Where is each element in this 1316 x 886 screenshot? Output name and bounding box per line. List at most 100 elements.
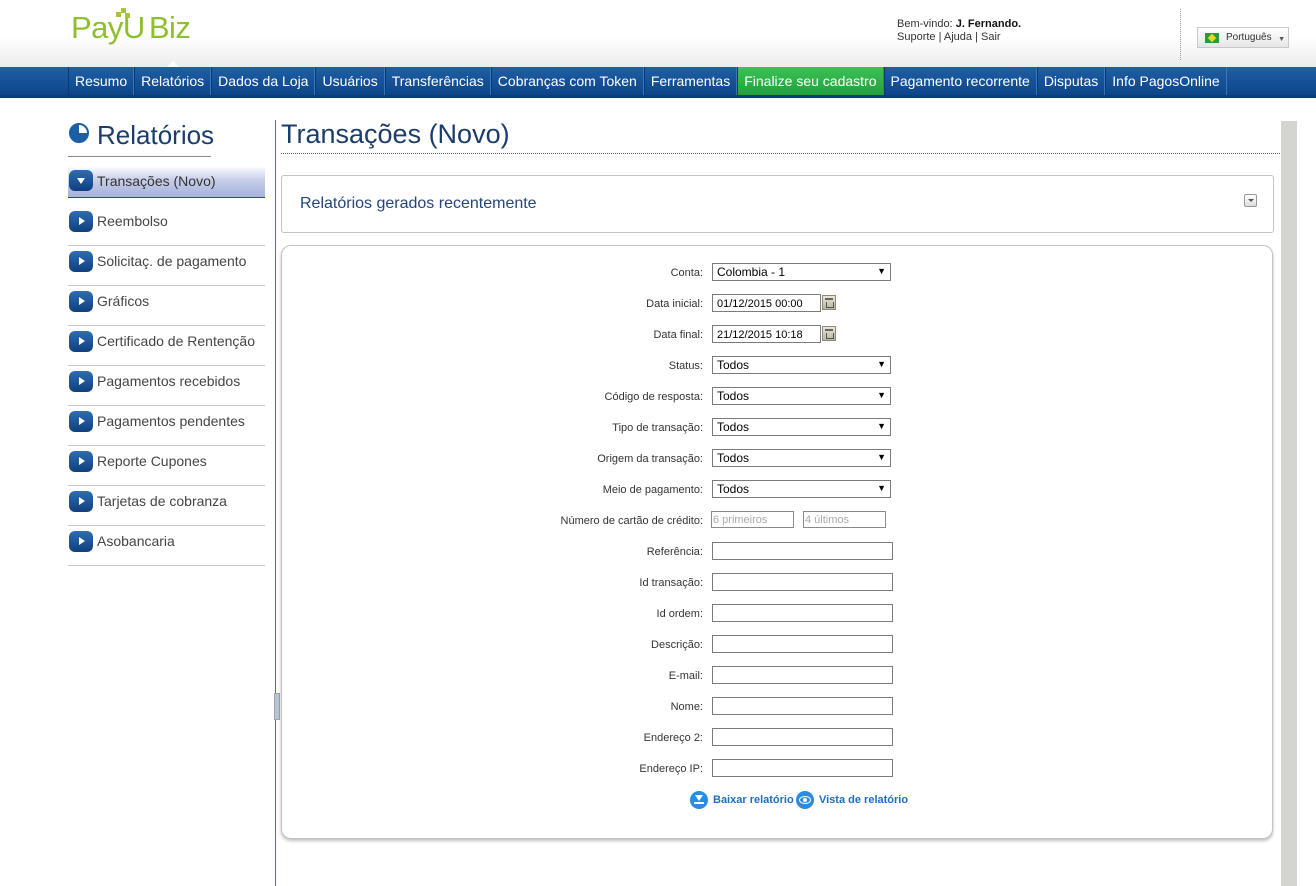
- codigo-resposta-select[interactable]: Todos ▼: [712, 387, 891, 405]
- sidebar-item-label: Tarjetas de cobranza: [97, 493, 227, 509]
- main-nav: Resumo Relatórios Dados da Loja Usuários…: [0, 61, 1316, 98]
- view-report-button[interactable]: Vista de relatório: [796, 791, 911, 809]
- nav-item-dados-da-loja[interactable]: Dados da Loja: [211, 67, 316, 95]
- sidebar-divider: [275, 120, 276, 886]
- user-area: Bem-vindo: J. Fernando. Suporte | Ajuda …: [897, 18, 1022, 43]
- help-link[interactable]: Ajuda: [944, 31, 972, 43]
- id-ordem-input[interactable]: [712, 604, 893, 622]
- dropdown-arrow-icon: ▼: [877, 421, 886, 431]
- nome-input[interactable]: [712, 697, 893, 715]
- calendar-icon[interactable]: [822, 326, 836, 341]
- sidebar-item-label: Solicitaç. de pagamento: [97, 253, 247, 269]
- conta-value: Colombia - 1: [717, 265, 786, 279]
- dropdown-arrow-icon: ▼: [877, 359, 886, 369]
- sidebar-item-label: Gráficos: [97, 293, 150, 309]
- arrow-right-icon: [69, 411, 93, 432]
- nav-item-relatorios[interactable]: Relatórios: [134, 61, 212, 95]
- status-label: Status:: [668, 360, 703, 372]
- recent-reports-title[interactable]: Relatórios gerados recentemente: [300, 195, 537, 213]
- tipo-transacao-select[interactable]: Todos ▼: [712, 418, 891, 436]
- data-final-input[interactable]: 21/12/2015 10:18: [712, 325, 821, 343]
- calendar-icon[interactable]: [822, 295, 836, 310]
- sidebar-item-solicitac-pagamento[interactable]: Solicitaç. de pagamento: [68, 246, 265, 286]
- nav-item-info-pagosonline[interactable]: Info PagosOnline: [1105, 67, 1227, 95]
- cartao-label: Número de cartão de crédito:: [560, 515, 703, 527]
- sidebar-item-transacoes-novo[interactable]: Transações (Novo): [68, 166, 265, 198]
- cartao-last-digits-input[interactable]: 4 últimos: [803, 511, 886, 528]
- sidebar-item-pagamentos-pendentes[interactable]: Pagamentos pendentes: [68, 406, 265, 446]
- descricao-label: Descrição:: [651, 639, 703, 651]
- sidebar-item-label: Certificado de Rentenção: [97, 333, 255, 349]
- download-report-label: Baixar relatório: [713, 794, 794, 806]
- download-report-button[interactable]: Baixar relatório: [690, 791, 794, 809]
- form-row-endereco2: Endereço 2:: [282, 728, 1274, 748]
- form-row-descricao: Descrição:: [282, 635, 1274, 655]
- eye-icon: [796, 791, 814, 809]
- descricao-input[interactable]: [712, 635, 893, 653]
- form-row-origem-transacao: Origem da transação: Todos ▼: [282, 449, 1274, 469]
- nav-item-resumo[interactable]: Resumo: [68, 67, 135, 95]
- id-transacao-input[interactable]: [712, 573, 893, 591]
- chevron-down-icon: ▼: [1278, 36, 1285, 43]
- payu-biz-logo[interactable]: PayU Biz: [71, 8, 191, 52]
- logout-link[interactable]: Sair: [981, 31, 1001, 43]
- meio-pagamento-select[interactable]: Todos ▼: [712, 480, 891, 498]
- sidebar-item-reembolso[interactable]: Reembolso: [68, 206, 265, 246]
- meio-pagamento-value: Todos: [717, 482, 750, 496]
- referencia-label: Referência:: [646, 546, 703, 558]
- referencia-input[interactable]: [712, 542, 893, 560]
- cartao-first-digits-input[interactable]: 6 primeiros: [711, 511, 794, 528]
- sidebar-title: Relatórios: [68, 120, 214, 157]
- language-select[interactable]: Português ▼: [1197, 27, 1289, 48]
- nav-item-usuarios[interactable]: Usuários: [315, 67, 385, 95]
- status-select[interactable]: Todos ▼: [712, 356, 891, 374]
- endereco-ip-input[interactable]: [712, 759, 893, 777]
- form-row-cartao: Número de cartão de crédito: 6 primeiros…: [282, 511, 1274, 531]
- report-filter-form: Conta: Colombia - 1 ▼ Data inicial: 01/12…: [281, 245, 1273, 839]
- sidebar-item-asobancaria[interactable]: Asobancaria: [68, 526, 265, 566]
- form-row-email: E-mail:: [282, 666, 1274, 686]
- nav-item-pagamento-recorrente[interactable]: Pagamento recorrente: [883, 67, 1037, 95]
- page-scrollbar[interactable]: [1281, 121, 1297, 886]
- sidebar-collapse-handle[interactable]: [274, 693, 280, 720]
- sidebar-item-pagamentos-recebidos[interactable]: Pagamentos recebidos: [68, 366, 265, 406]
- conta-select[interactable]: Colombia - 1 ▼: [712, 263, 891, 281]
- form-row-conta: Conta: Colombia - 1 ▼: [282, 263, 1274, 283]
- codigo-resposta-value: Todos: [717, 389, 750, 403]
- form-row-endereco-ip: Endereço IP:: [282, 759, 1274, 779]
- recent-reports-panel: Relatórios gerados recentemente: [281, 175, 1274, 233]
- sidebar-item-label: Transações (Novo): [97, 173, 216, 189]
- form-row-id-ordem: Id ordem:: [282, 604, 1274, 624]
- download-icon: [690, 791, 708, 809]
- nav-item-transferencias[interactable]: Transferências: [384, 67, 491, 95]
- sidebar-item-reporte-cupones[interactable]: Reporte Cupones: [68, 446, 265, 486]
- form-row-status: Status: Todos ▼: [282, 356, 1274, 376]
- arrow-right-icon: [69, 531, 93, 552]
- form-row-referencia: Referência:: [282, 542, 1274, 562]
- form-row-data-inicial: Data inicial: 01/12/2015 00:00: [282, 294, 1274, 314]
- nav-item-disputas[interactable]: Disputas: [1036, 67, 1106, 95]
- arrow-right-icon: [69, 251, 93, 272]
- sidebar-item-label: Pagamentos pendentes: [97, 413, 245, 429]
- support-link[interactable]: Suporte: [897, 31, 936, 43]
- email-input[interactable]: [712, 666, 893, 684]
- nav-item-cobrancas-token[interactable]: Cobranças com Token: [490, 67, 644, 95]
- nav-item-finalize-cadastro[interactable]: Finalize seu cadastro: [737, 67, 884, 95]
- chevron-down-icon[interactable]: [1244, 194, 1257, 207]
- sidebar-item-graficos[interactable]: Gráficos: [68, 286, 265, 326]
- pie-chart-icon: [69, 123, 89, 143]
- origem-transacao-select[interactable]: Todos ▼: [712, 449, 891, 467]
- sidebar-item-label: Reporte Cupones: [97, 453, 207, 469]
- nav-item-ferramentas[interactable]: Ferramentas: [643, 67, 738, 95]
- endereco2-input[interactable]: [712, 728, 893, 746]
- arrow-right-icon: [69, 291, 93, 312]
- dropdown-arrow-icon: ▼: [877, 390, 886, 400]
- sidebar-item-tarjetas-cobranza[interactable]: Tarjetas de cobranza: [68, 486, 265, 526]
- codigo-resposta-label: Código de resposta:: [604, 391, 703, 403]
- data-inicial-input[interactable]: 01/12/2015 00:00: [712, 294, 821, 312]
- sidebar-item-label: Pagamentos recebidos: [97, 373, 241, 389]
- user-name: J. Fernando.: [955, 18, 1022, 30]
- logo-payu-text: PayU: [71, 10, 145, 45]
- dropdown-arrow-icon: ▼: [877, 452, 886, 462]
- sidebar-item-certificado[interactable]: Certificado de Rentenção: [68, 326, 265, 366]
